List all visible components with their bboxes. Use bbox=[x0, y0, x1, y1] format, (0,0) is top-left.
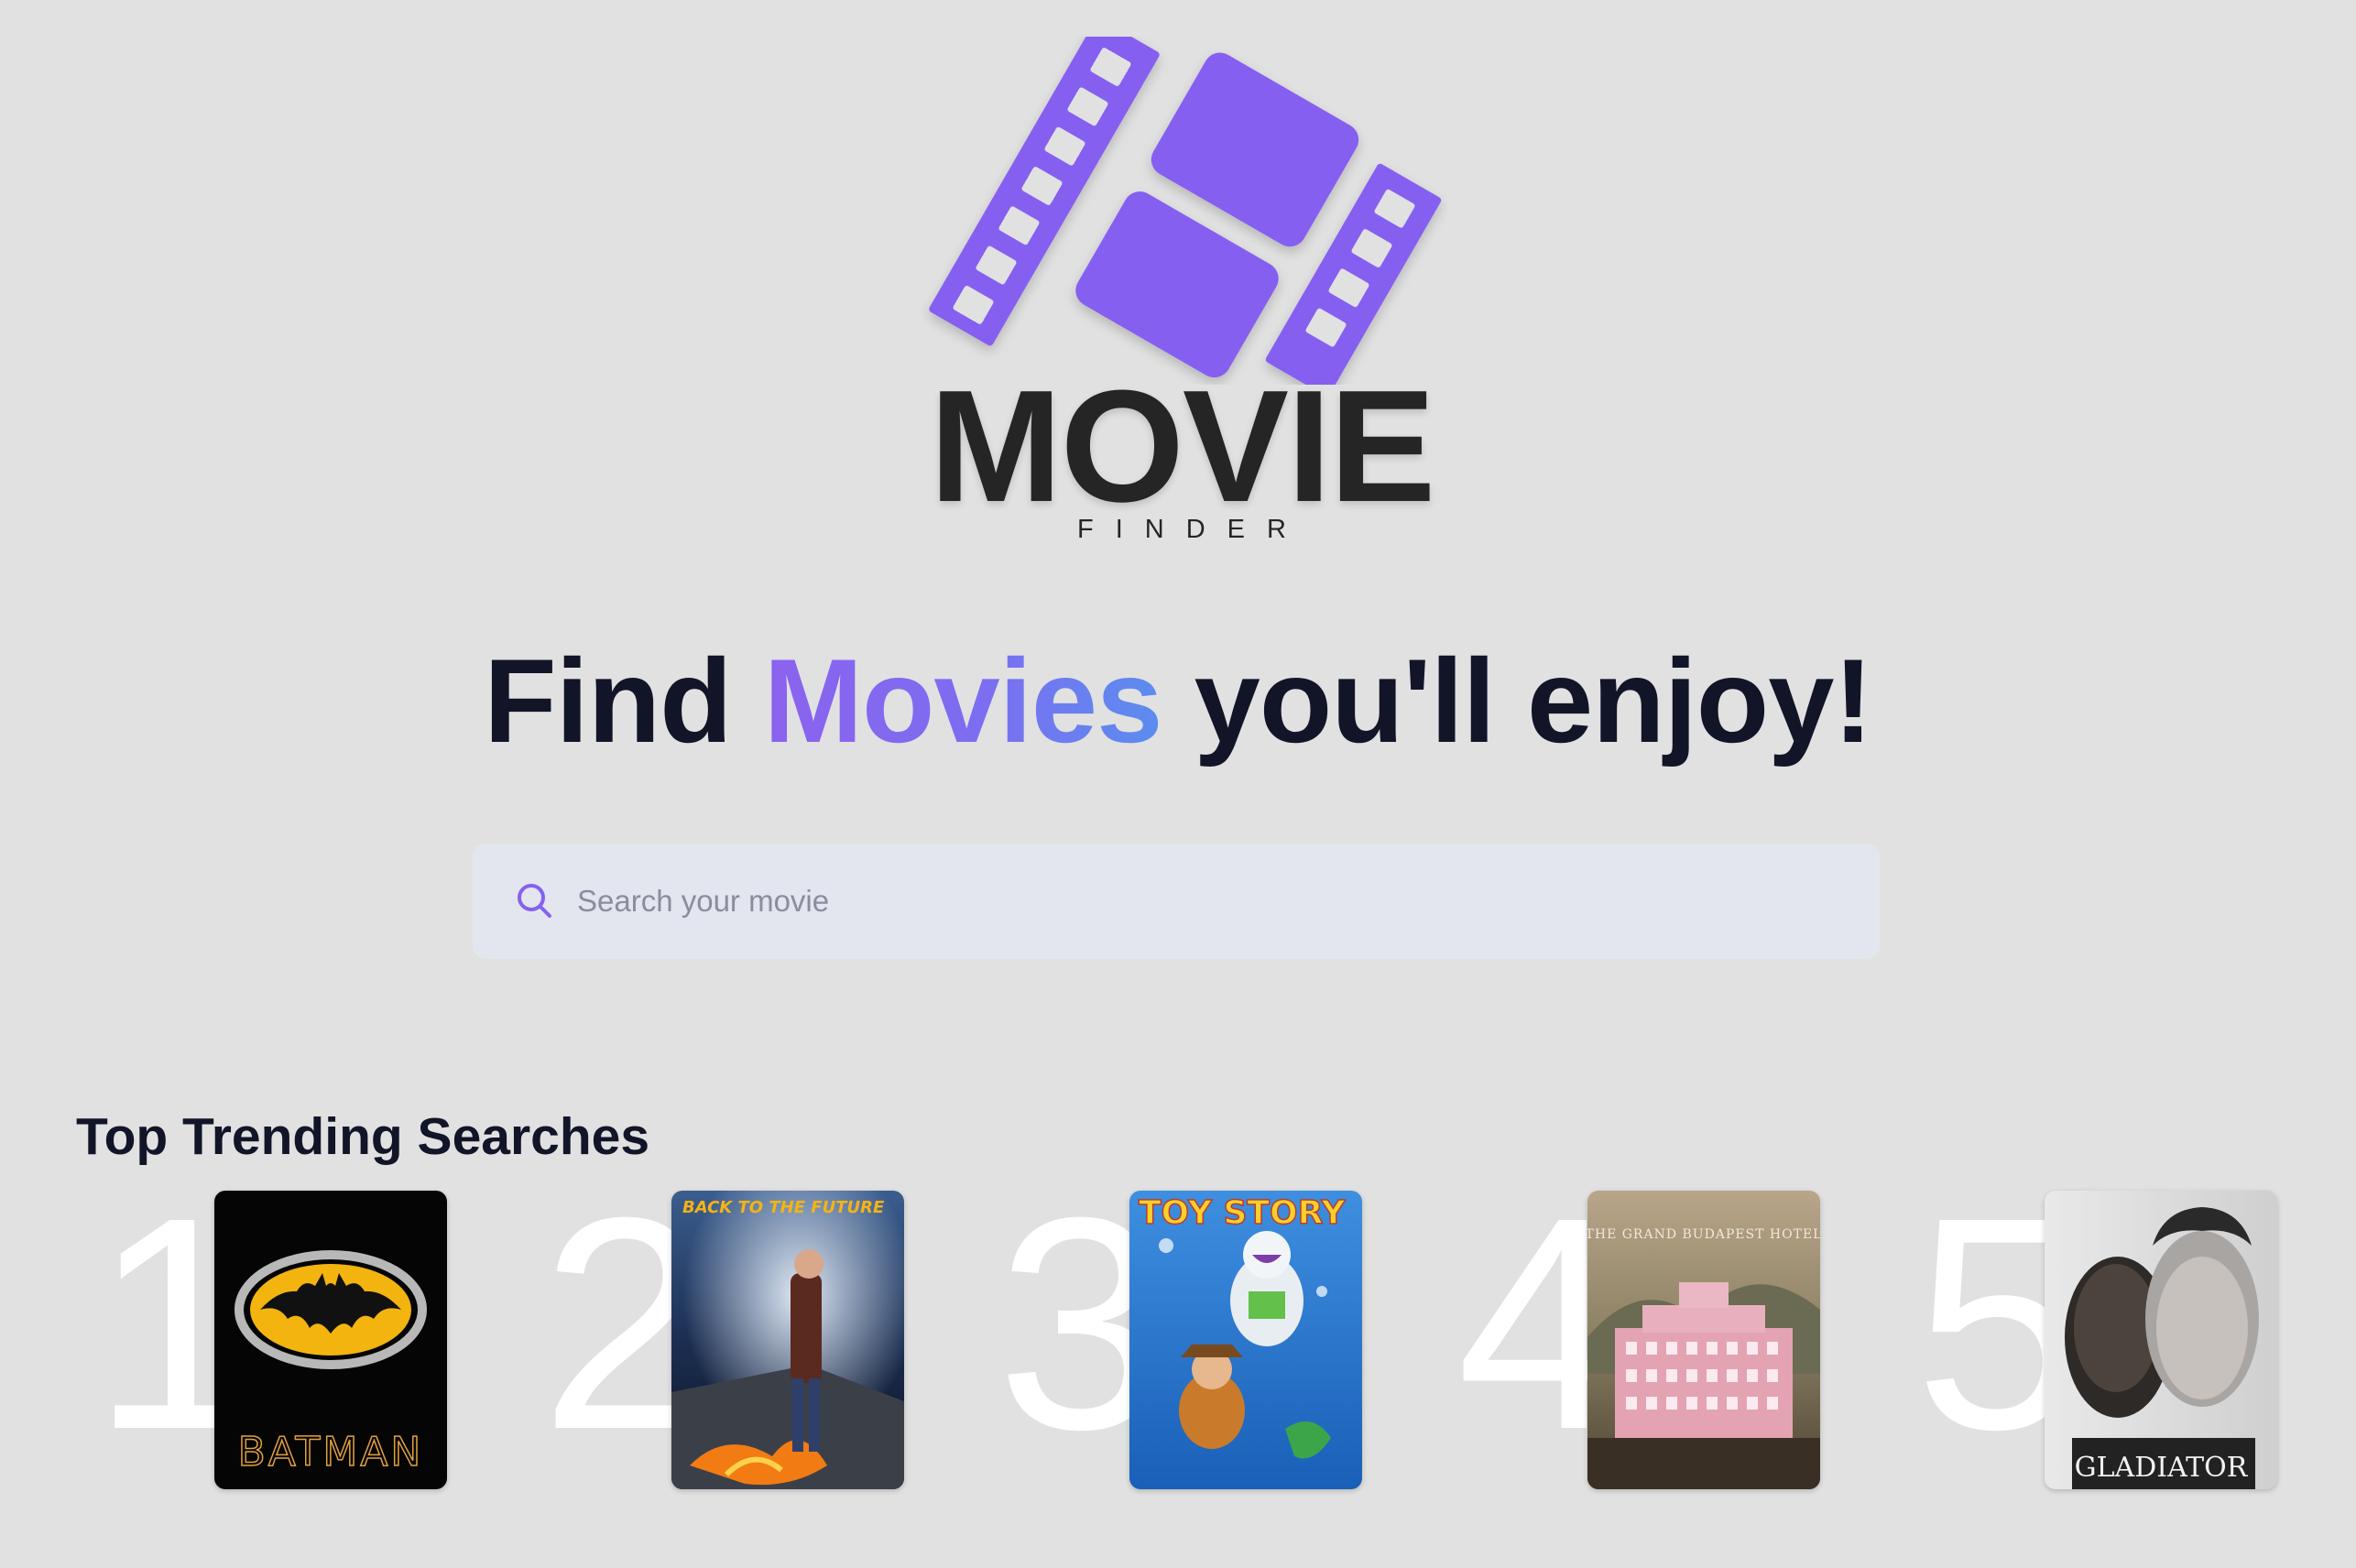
trending-item[interactable]: 5 GLADIATOR bbox=[1914, 1172, 2299, 1493]
trending-item[interactable]: 3 TOY STORY bbox=[997, 1172, 1381, 1493]
movie-poster[interactable]: TOY STORY bbox=[1129, 1191, 1362, 1489]
headline-before: Find bbox=[484, 634, 764, 768]
trending-item[interactable]: 4 THE GRAND BUDAPEST HOTEL bbox=[1456, 1172, 1841, 1493]
search-input[interactable] bbox=[577, 884, 1768, 919]
logo-subtitle: FINDER bbox=[1077, 515, 1308, 544]
grand-budapest-hotel-poster-image: THE GRAND BUDAPEST HOTEL bbox=[1587, 1191, 1820, 1489]
movie-poster[interactable]: BACK TO THE FUTURE bbox=[671, 1191, 904, 1489]
gladiator-poster-image: GLADIATOR bbox=[2045, 1191, 2277, 1489]
gbh-title-text: THE GRAND BUDAPEST HOTEL bbox=[1587, 1227, 1820, 1242]
gladiator-title-text: GLADIATOR bbox=[2075, 1452, 2249, 1484]
trending-list: 1 BATMAN 2 BACK TO THE FUTURE 3 TOY STOR… bbox=[0, 1172, 2356, 1493]
movie-poster[interactable]: THE GRAND BUDAPEST HOTEL bbox=[1587, 1191, 1820, 1489]
batman-title-text: BATMAN bbox=[238, 1429, 424, 1475]
back-to-the-future-poster-image: BACK TO THE FUTURE bbox=[671, 1191, 904, 1489]
toy-story-poster-image: TOY STORY bbox=[1129, 1191, 1362, 1489]
toy-story-title-text: TOY STORY bbox=[1139, 1194, 1346, 1232]
movie-poster[interactable]: BATMAN bbox=[214, 1191, 447, 1489]
film-strip-icon bbox=[929, 37, 1442, 385]
trending-item[interactable]: 2 BACK TO THE FUTURE bbox=[540, 1172, 925, 1493]
bttf-title-text: BACK TO THE FUTURE bbox=[682, 1198, 885, 1217]
batman-poster-image: BATMAN bbox=[214, 1191, 447, 1489]
toy-story-logo: TOY STORY bbox=[1138, 1193, 1347, 1233]
app-logo[interactable]: MOVIE FINDER bbox=[916, 37, 1447, 544]
headline-after: you'll enjoy! bbox=[1162, 634, 1873, 768]
movie-poster[interactable]: GLADIATOR bbox=[2045, 1191, 2277, 1489]
hero-headline: Find Movies you'll enjoy! bbox=[0, 632, 2356, 769]
gbh-logo: THE GRAND BUDAPEST HOTEL bbox=[1587, 1227, 1820, 1242]
trending-item[interactable]: 1 BATMAN bbox=[82, 1172, 467, 1493]
search-bar[interactable] bbox=[473, 844, 1880, 959]
search-icon bbox=[518, 884, 551, 918]
headline-accent: Movies bbox=[763, 634, 1163, 768]
logo-wordmark: MOVIE bbox=[929, 356, 1436, 535]
